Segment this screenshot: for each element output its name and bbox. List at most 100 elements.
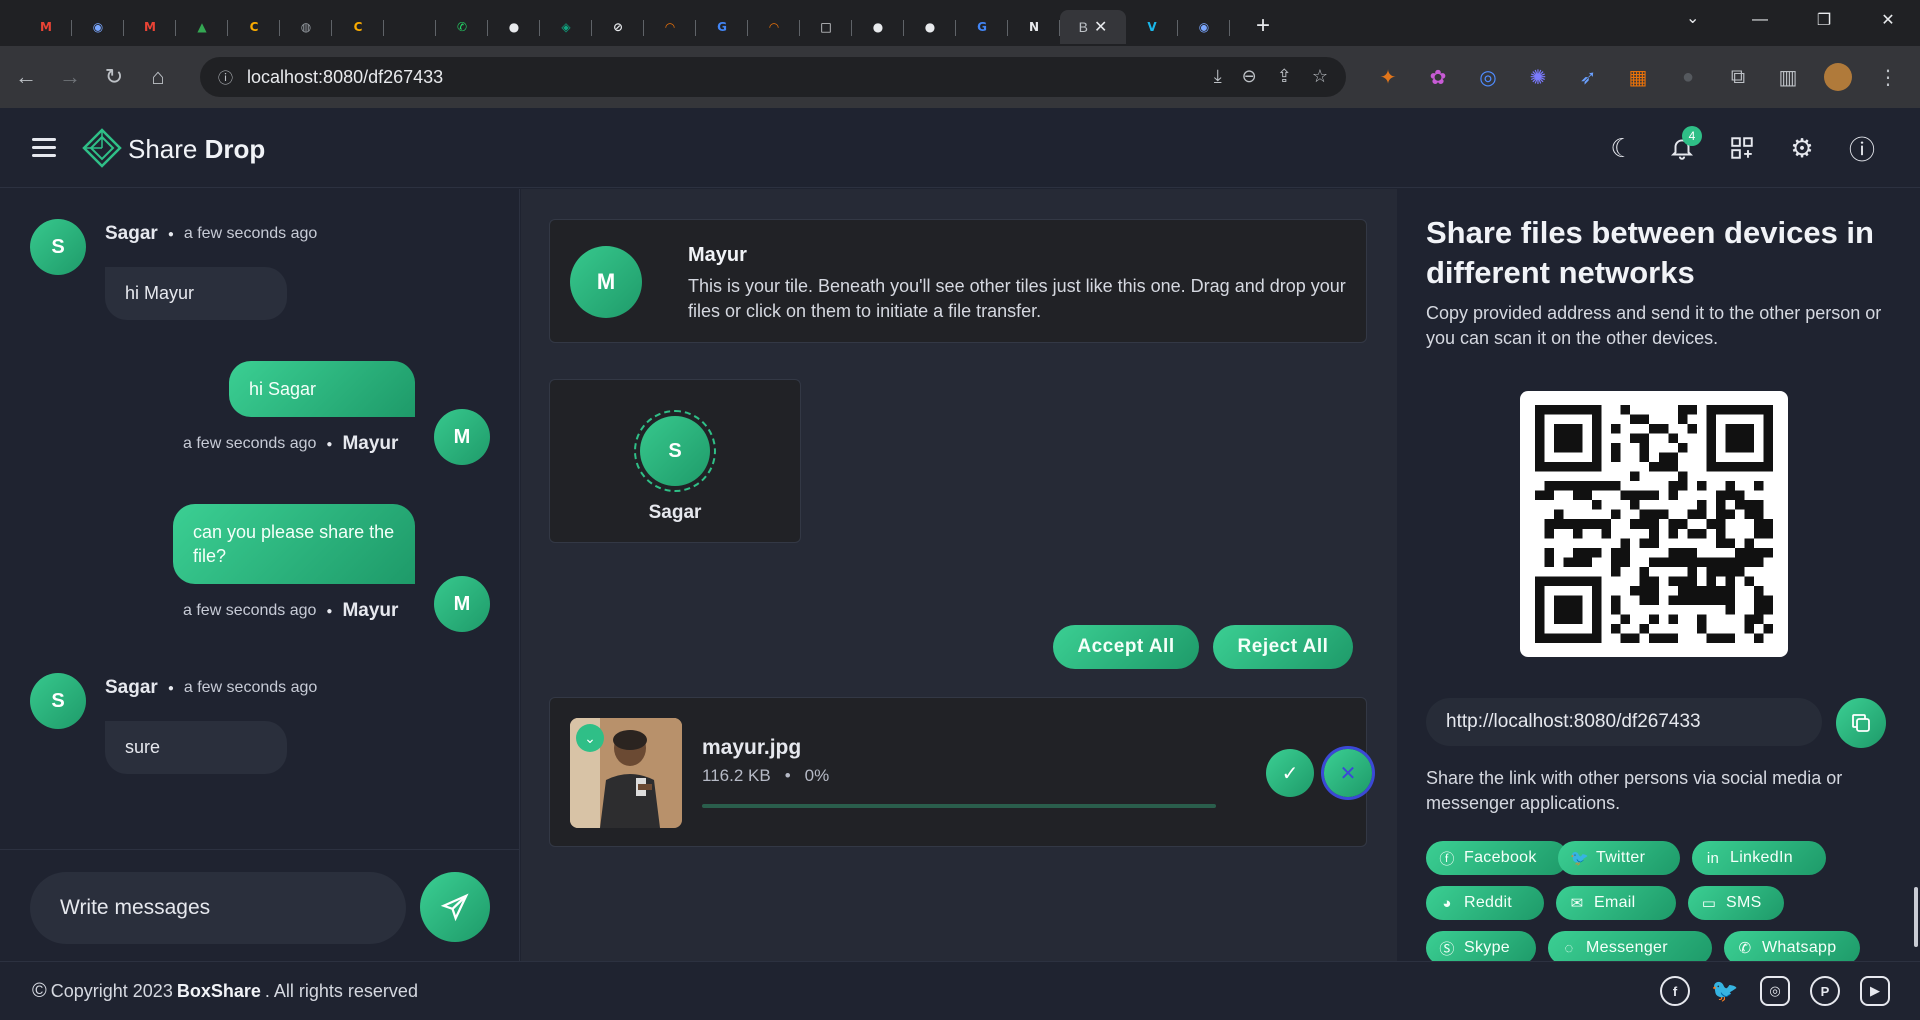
forward-icon[interactable]: → xyxy=(52,59,88,95)
share-whatsapp-button[interactable]: ✆ Whatsapp xyxy=(1724,931,1860,965)
share-facebook-button[interactable]: ⓕ Facebook xyxy=(1426,841,1568,875)
ring-extension-icon[interactable]: ◎ xyxy=(1470,59,1506,95)
info-icon[interactable]: ⓘ xyxy=(1844,130,1880,166)
browser-tab[interactable] xyxy=(384,10,436,44)
tab-separator xyxy=(1229,20,1230,36)
share-linkedin-button[interactable]: in LinkedIn xyxy=(1692,841,1826,875)
notifications-bell-icon[interactable]: 4 xyxy=(1664,126,1702,166)
share-sms-button[interactable]: ▭ SMS xyxy=(1688,886,1784,920)
bookmark-star-icon[interactable]: ☆ xyxy=(1312,66,1328,87)
peer-avatar[interactable]: S xyxy=(634,410,716,492)
restore-icon[interactable]: ❐ xyxy=(1792,0,1856,40)
browser-tab[interactable]: G xyxy=(956,10,1008,44)
share-link-field[interactable]: http://localhost:8080/df267433 xyxy=(1426,698,1822,746)
minimize-icon[interactable]: — xyxy=(1728,0,1792,40)
whatsapp-icon: ✆ xyxy=(456,20,468,34)
browser-tab[interactable]: ▲ xyxy=(176,10,228,44)
browser-tab[interactable]: ● xyxy=(904,10,956,44)
share-reddit-button[interactable]: ◕ Reddit xyxy=(1426,886,1544,920)
install-app-icon[interactable]: ⤓ xyxy=(1214,66,1222,87)
hamburger-menu-icon[interactable] xyxy=(32,138,56,158)
app-header: Share Drop ☾ 4 ⚙ ⓘ xyxy=(0,108,1920,188)
address-bar[interactable]: ⓘ localhost:8080/df267433 ⤓ ⊖ ⇪ ☆ xyxy=(200,57,1346,97)
cursor-extension-icon[interactable]: ➶ xyxy=(1570,59,1606,95)
back-icon[interactable]: ← xyxy=(8,59,44,95)
active-tab[interactable]: B ✕ xyxy=(1060,10,1126,44)
apps-grid-icon[interactable] xyxy=(1724,130,1760,166)
settings-gear-icon[interactable]: ⚙ xyxy=(1784,130,1820,166)
share-skype-button[interactable]: Ⓢ Skype xyxy=(1426,931,1536,965)
sidepanel-icon[interactable]: ▥ xyxy=(1770,59,1806,95)
gear-extension-icon[interactable]: ✺ xyxy=(1520,59,1556,95)
share-messenger-button[interactable]: ◌ Messenger xyxy=(1548,931,1712,965)
dim-extension-icon[interactable]: ● xyxy=(1670,59,1706,95)
browser-tab[interactable]: ◠ xyxy=(644,10,696,44)
browser-tab[interactable]: □ xyxy=(800,10,852,44)
copy-link-button[interactable] xyxy=(1836,698,1886,748)
copy-icon xyxy=(1852,714,1870,732)
qr-code-image xyxy=(1535,405,1773,643)
profile-avatar[interactable] xyxy=(1820,59,1856,95)
share-email-button[interactable]: ✉ Email xyxy=(1556,886,1676,920)
browser-tab[interactable]: ✆ xyxy=(436,10,488,44)
browser-tab[interactable]: C xyxy=(228,10,280,44)
close-window-icon[interactable]: ✕ xyxy=(1856,0,1920,40)
send-message-button[interactable] xyxy=(420,872,490,942)
youtube-icon[interactable]: ▶ xyxy=(1860,976,1890,1006)
metamask-extension-icon[interactable]: ✦ xyxy=(1370,59,1406,95)
copyright-suffix: . All rights reserved xyxy=(264,981,418,1001)
browser-tab[interactable]: ⊘ xyxy=(592,10,644,44)
peer-tile[interactable]: S Sagar xyxy=(549,379,801,543)
address-url[interactable]: localhost:8080/df267433 xyxy=(247,67,443,88)
file-thumbnail: ⌄ xyxy=(570,718,682,828)
google-icon: G xyxy=(717,20,727,34)
message-author: Mayur xyxy=(342,600,399,621)
brand-name[interactable]: Share Drop xyxy=(128,134,265,165)
site-info-icon[interactable]: ⓘ xyxy=(218,67,233,88)
browser-tab[interactable]: ● xyxy=(852,10,904,44)
tab-search-icon[interactable]: ⌄ xyxy=(1686,8,1699,28)
reload-icon[interactable]: ↻ xyxy=(96,59,132,95)
browser-tab[interactable]: G xyxy=(696,10,748,44)
reject-file-button[interactable]: ✕ xyxy=(1324,749,1372,797)
browser-tab[interactable]: N xyxy=(1008,10,1060,44)
browser-tab[interactable]: ◉ xyxy=(1178,10,1230,44)
share-twitter-button[interactable]: 🐦 Twitter xyxy=(1558,841,1680,875)
github-icon: ● xyxy=(872,20,884,34)
home-icon[interactable]: ⌂ xyxy=(140,59,176,95)
message-input[interactable] xyxy=(30,872,406,944)
browser-tab[interactable]: ◉ xyxy=(72,10,124,44)
browser-tab[interactable]: M xyxy=(124,10,176,44)
reject-all-button[interactable]: Reject All xyxy=(1213,625,1353,669)
close-tab-icon[interactable]: ✕ xyxy=(1094,17,1107,37)
meta-dot: ● xyxy=(326,605,333,617)
browser-tab[interactable]: M xyxy=(20,10,72,44)
message-time: a few seconds ago xyxy=(183,679,318,696)
extensions-puzzle-icon[interactable]: ⧉ xyxy=(1720,59,1756,95)
accept-all-button[interactable]: Accept All xyxy=(1053,625,1199,669)
pinterest-icon[interactable]: P xyxy=(1810,976,1840,1006)
browser-tab[interactable]: V xyxy=(1126,10,1178,44)
browser-tab[interactable]: C xyxy=(332,10,384,44)
instagram-icon[interactable]: ◎ xyxy=(1760,976,1790,1006)
share-subtitle: Copy provided address and send it to the… xyxy=(1426,303,1882,348)
accept-file-button[interactable]: ✓ xyxy=(1266,749,1314,797)
new-tab-button[interactable]: + xyxy=(1246,9,1280,43)
browser-tab[interactable]: ◠ xyxy=(748,10,800,44)
browser-tab[interactable]: ● xyxy=(488,10,540,44)
twitter-icon[interactable]: 🐦 xyxy=(1710,976,1740,1006)
share-button-label: LinkedIn xyxy=(1730,849,1793,866)
zoom-icon[interactable]: ⊖ xyxy=(1242,66,1257,87)
browser-tab[interactable]: ◈ xyxy=(540,10,592,44)
collapse-chevron-icon[interactable]: ⌄ xyxy=(576,724,604,752)
browser-menu-icon[interactable]: ⋮ xyxy=(1870,59,1906,95)
color-extension-icon[interactable]: ✿ xyxy=(1420,59,1456,95)
scrollbar-thumb[interactable] xyxy=(1914,887,1918,947)
share-icon[interactable]: ⇪ xyxy=(1277,66,1292,87)
dark-mode-toggle-icon[interactable]: ☾ xyxy=(1604,130,1640,166)
send-icon xyxy=(440,893,469,922)
browser-tab[interactable]: ◍ xyxy=(280,10,332,44)
off-extension-icon[interactable]: ▦ xyxy=(1620,59,1656,95)
vimeo-icon: V xyxy=(1147,20,1157,34)
facebook-icon[interactable]: f xyxy=(1660,976,1690,1006)
